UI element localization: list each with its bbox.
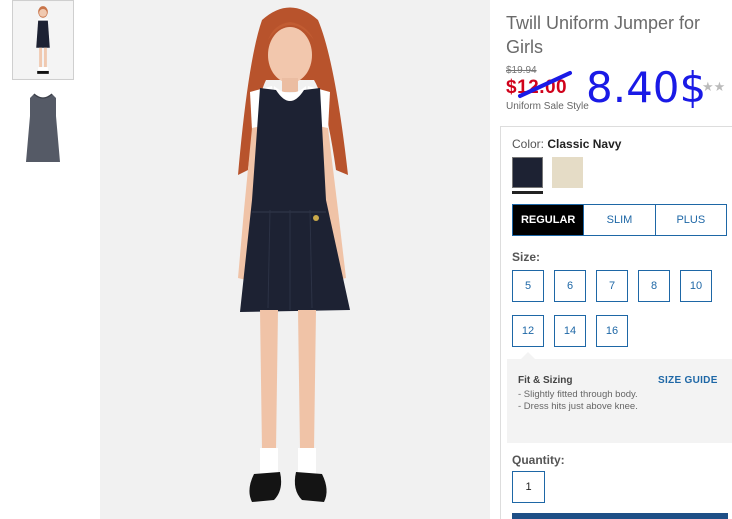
size-option-6[interactable]: 6 [554, 270, 586, 302]
rating-stars[interactable]: ★★ [702, 79, 725, 95]
fit-sizing-box: Fit & Sizing SIZE GUIDE - Slightly fitte… [507, 352, 732, 443]
tab-regular[interactable]: REGULAR [513, 205, 584, 235]
product-options-panel: Color: Classic Navy REGULAR SLIM PLUS Si… [500, 126, 732, 519]
fit-box-notch [521, 352, 535, 359]
fit-sizing-list: - Slightly fitted through body. - Dress … [518, 389, 658, 412]
size-options: 5 6 7 8 10 12 14 16 [512, 270, 732, 347]
handwritten-strike-icon [518, 71, 572, 98]
main-product-image [100, 0, 490, 519]
thumbnail-list [12, 0, 76, 176]
size-label: Size: [512, 250, 541, 264]
sale-label: Uniform Sale Style [506, 101, 589, 112]
swatch-classic-navy[interactable] [512, 157, 543, 188]
selected-color-name: Classic Navy [547, 137, 622, 151]
color-label-prefix: Color: [512, 137, 545, 151]
swatch-khaki[interactable] [552, 157, 583, 188]
fit-sizing-item: - Dress hits just above knee. [518, 400, 638, 412]
fit-sizing-item: - Slightly fitted through body. [518, 389, 638, 400]
size-option-16[interactable]: 16 [596, 315, 628, 347]
quantity-input[interactable]: 1 [512, 471, 545, 503]
add-to-bag-button[interactable] [512, 513, 728, 519]
color-label: Color: Classic Navy [512, 137, 732, 151]
size-option-10[interactable]: 10 [680, 270, 712, 302]
thumbnail-model[interactable] [12, 0, 74, 80]
size-option-12[interactable]: 12 [512, 315, 544, 347]
size-option-14[interactable]: 14 [554, 315, 586, 347]
quantity-label: Quantity: [512, 453, 565, 467]
size-option-8[interactable]: 8 [638, 270, 670, 302]
handwritten-price: 8.40$ [586, 63, 707, 112]
product-info: Twill Uniform Jumper for Girls $19.94 $1… [506, 0, 732, 115]
product-title: Twill Uniform Jumper for Girls [506, 13, 701, 57]
fit-tabs: REGULAR SLIM PLUS [512, 204, 727, 236]
fit-sizing-title: Fit & Sizing [518, 375, 573, 386]
size-option-5[interactable]: 5 [512, 270, 544, 302]
tab-plus[interactable]: PLUS [654, 205, 726, 235]
selected-swatch-indicator [512, 191, 543, 194]
thumbnail-dress[interactable] [12, 88, 74, 168]
price-block: $19.94 $12.00 Uniform Sale Style 8.40$ ★… [506, 63, 732, 115]
size-option-7[interactable]: 7 [596, 270, 628, 302]
size-guide-link[interactable]: SIZE GUIDE [658, 375, 718, 386]
tab-slim[interactable]: SLIM [583, 205, 654, 235]
color-swatches [512, 157, 732, 188]
